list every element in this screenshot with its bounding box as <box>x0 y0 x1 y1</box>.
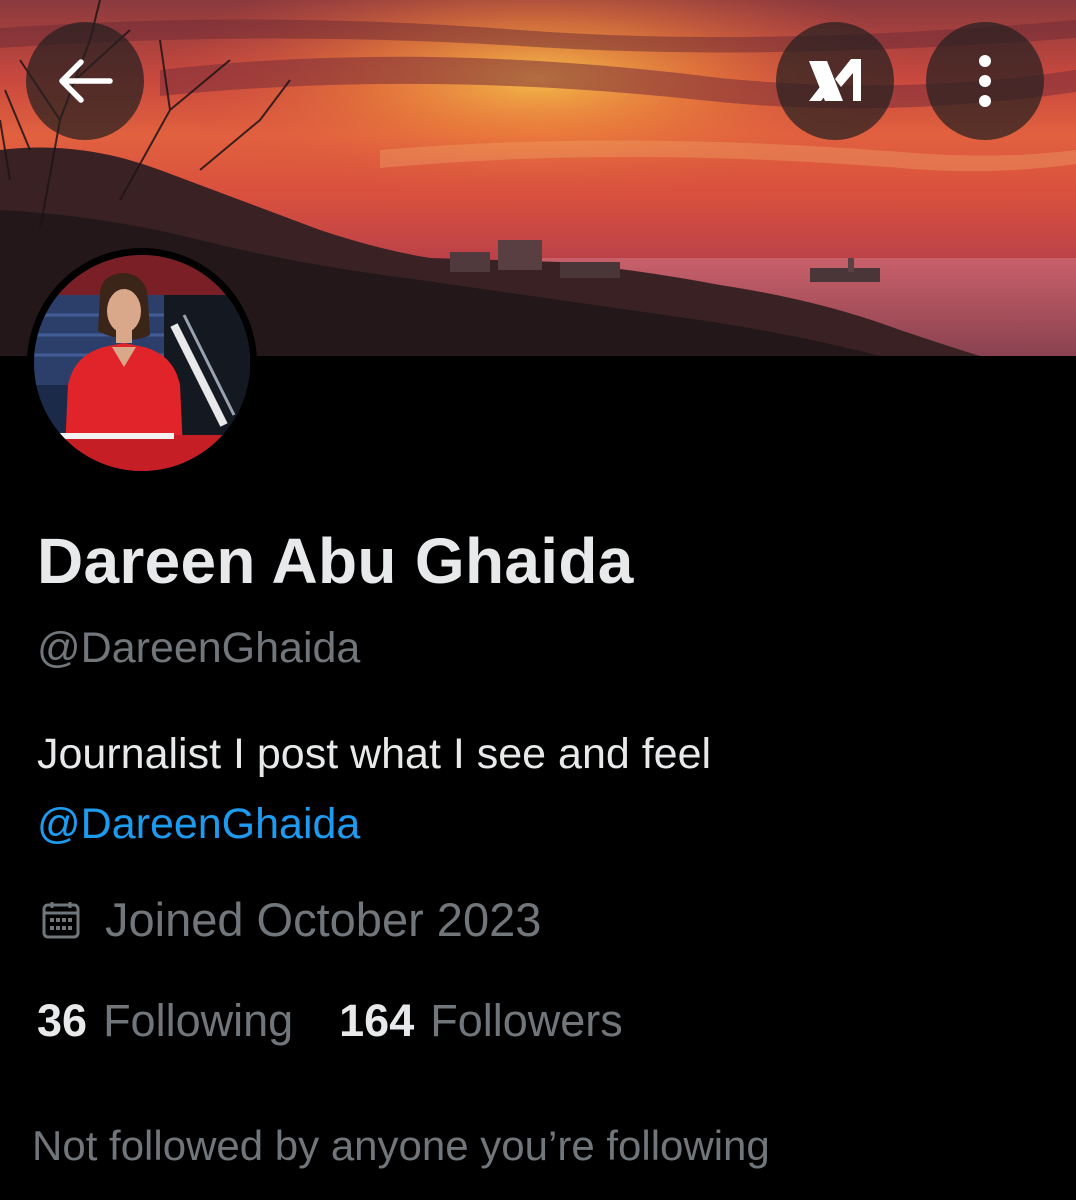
followers-count: 164 <box>339 995 415 1046</box>
follow-stats: 36 Following 164 Followers <box>37 995 623 1047</box>
calendar-icon <box>42 901 80 938</box>
following-link[interactable]: 36 Following <box>37 995 293 1047</box>
joined-date: Joined October 2023 <box>37 892 541 947</box>
profile-bio: Journalist I post what I see and feel @D… <box>37 719 711 859</box>
more-vertical-icon <box>979 55 991 107</box>
more-options-button[interactable] <box>926 22 1044 140</box>
following-label: Following <box>103 995 294 1046</box>
grok-icon <box>809 59 861 101</box>
following-count: 36 <box>37 995 88 1046</box>
avatar[interactable] <box>27 248 257 478</box>
joined-text: Joined October 2023 <box>105 893 542 946</box>
followed-by-note: Not followed by anyone you’re following <box>32 1122 770 1169</box>
bio-text: Journalist I post what I see and feel <box>37 730 712 778</box>
bio-mention-link[interactable]: @DareenGhaida <box>37 789 711 859</box>
followers-link[interactable]: 164 Followers <box>339 995 623 1047</box>
display-name: Dareen Abu Ghaida <box>37 525 634 597</box>
followers-label: Followers <box>430 995 623 1046</box>
avatar-image <box>34 255 250 471</box>
arrow-left-icon <box>59 59 113 103</box>
back-button[interactable] <box>26 22 144 140</box>
username-handle: @DareenGhaida <box>37 624 361 672</box>
grok-button[interactable] <box>776 22 894 140</box>
